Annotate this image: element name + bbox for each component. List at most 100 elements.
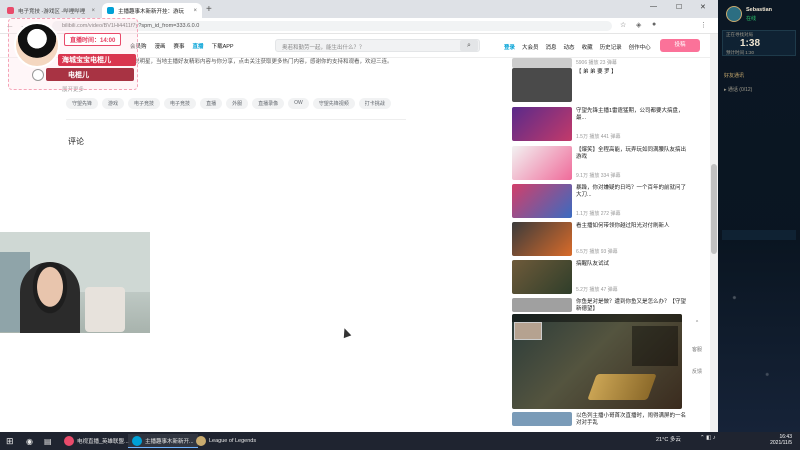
tab-esports[interactable]: 电子竞技 -游戏区 -哔哩哔哩 × <box>2 3 100 18</box>
vip-link[interactable]: 大会员 <box>522 43 539 51</box>
tag-item[interactable]: OW <box>288 98 309 109</box>
tag-item[interactable]: 游戏 <box>102 98 125 109</box>
video-title[interactable]: 【 弟 弟 要 罗 】 <box>576 69 686 76</box>
video-thumbnail[interactable] <box>512 412 572 426</box>
nav-item-download-app[interactable]: 下载APP <box>212 42 234 50</box>
video-thumbnail[interactable] <box>512 146 572 180</box>
tag-item[interactable]: 守望先锋视频 <box>312 98 355 109</box>
clock-date: 2021/11/5 <box>770 440 792 446</box>
maximize-icon[interactable]: ☐ <box>676 3 682 11</box>
game-client-panel: Sebastian 在线 正在寻找对局 1:38 预计时间 1:30 好友通讯 … <box>718 0 800 432</box>
video-thumbnail[interactable] <box>512 298 572 312</box>
tag-item[interactable]: 守望先锋 <box>66 98 99 109</box>
windows-start-icon[interactable]: ⊞ <box>6 434 14 448</box>
login-link[interactable]: 登录 <box>504 43 515 51</box>
mascot-icon <box>32 69 44 81</box>
video-title[interactable]: 【爆笑】全程高能，玩弄玩如同满腰队友搞出游戏 <box>576 147 686 161</box>
taskbar: ⊞ ◉ ▤ 电视直播_英雄联盟... 主播趣事木新新开... League of… <box>0 432 800 450</box>
desktop-screen: 电子竞技 -游戏区 -哔哩哔哩 × 主播趣事木新新开挂：游玩 × + — ☐ ✕… <box>0 0 800 450</box>
video-hover-preview[interactable] <box>512 314 682 409</box>
streamer-name-banner: 电棍儿 <box>46 68 134 81</box>
file-explorer-icon[interactable]: ▤ <box>44 434 52 448</box>
taskbar-app-browser-1[interactable]: 电视直播_英雄联盟... <box>64 434 129 448</box>
video-title[interactable]: 守望先锋主播1雷霆猛期，公司都要大搞盘，最... <box>576 108 686 122</box>
queue-timer: 1:38 <box>740 38 761 49</box>
history-link[interactable]: 历史记录 <box>600 43 622 51</box>
bookmark-star-icon[interactable]: ☆ <box>620 21 626 29</box>
profile-icon[interactable]: ● <box>652 21 656 28</box>
new-tab-button[interactable]: + <box>206 4 212 15</box>
video-thumbnail[interactable] <box>512 107 572 141</box>
taskbar-clock[interactable]: 16:43 2021/11/5 <box>752 434 792 446</box>
favorites-link[interactable]: 收藏 <box>582 43 593 51</box>
list-item[interactable]: 【爆笑】全程高能，玩弄玩如同满腰队友搞出游戏 9.1万 播放 334 弹幕 <box>512 146 692 182</box>
killfeed <box>632 326 678 366</box>
player-profile[interactable]: Sebastian 在线 <box>722 4 796 28</box>
taskbar-app-label: 主播趣事木新新开... <box>145 438 194 445</box>
upload-button[interactable]: 投稿 <box>660 39 700 52</box>
menu-dots-icon[interactable]: ⋮ <box>700 21 707 29</box>
steam-icon[interactable]: ◉ <box>26 434 33 448</box>
player-name: Sebastian <box>746 7 772 13</box>
tag-item[interactable]: 直播 <box>200 98 223 109</box>
close-tab-icon[interactable]: × <box>193 8 197 14</box>
friends-section-header[interactable]: 好友通讯 <box>724 72 744 79</box>
dynamics-link[interactable]: 动态 <box>564 43 575 51</box>
list-item[interactable]: 暴躁，你对嫌疑的日吗？一个百年的前就问了大刀... 1.1万 播放 272 弹幕 <box>512 184 692 220</box>
video-thumbnail[interactable] <box>512 260 572 294</box>
section-divider <box>66 119 406 120</box>
video-meta: 5906 播放 23 弹幕 <box>576 60 617 66</box>
taskbar-app-browser-2[interactable]: 主播趣事木新新开... <box>128 434 198 448</box>
tab-label: 电子竞技 -游戏区 -哔哩哔哩 <box>18 8 86 15</box>
tag-item[interactable]: 直播录像 <box>252 98 285 109</box>
nav-item-events[interactable]: 赛事 <box>174 42 185 50</box>
social-toolbar[interactable] <box>722 230 796 240</box>
list-item[interactable]: 守望先锋主播1雷霆猛期，公司都要大搞盘，最... 1.5万 播放 441 弹幕 <box>512 107 692 143</box>
video-title[interactable]: 你鱼是对是做？遭到你鱼又是怎么办？【守望新德望】 <box>576 299 686 313</box>
list-item[interactable]: 以色列主播小哥首次直播时，闹得满屏的一名对对手乱 <box>512 412 692 432</box>
minimize-icon[interactable]: — <box>650 3 657 10</box>
tag-list: 守望先锋 游戏 电子竞技 电子竞技 直播 外服 直播录像 OW 守望先锋视频 打… <box>66 98 426 109</box>
nav-item-manga[interactable]: 漫画 <box>155 42 166 50</box>
tab-label: 主播趣事木新新开挂：游玩 <box>118 8 185 15</box>
list-item[interactable]: 搞醒队友试试 5.2万 播放 47 弹幕 <box>512 260 692 296</box>
creator-center-link[interactable]: 创作中心 <box>629 43 651 51</box>
video-thumbnail[interactable] <box>512 58 572 68</box>
back-to-top-icon[interactable]: ^ <box>690 320 704 326</box>
extension-icon[interactable]: ◈ <box>636 21 641 29</box>
search-icon[interactable]: ⌕ <box>460 40 478 51</box>
customer-service-icon[interactable]: 客服 <box>690 346 704 353</box>
video-thumbnail[interactable] <box>512 184 572 218</box>
taskbar-app-league[interactable]: League of Legends <box>196 434 256 448</box>
video-meta: 6.5万 播放 93 弹幕 <box>576 249 618 255</box>
stream-time-badge: 直播时间：14:00 <box>64 33 122 46</box>
video-title[interactable]: 搞醒队友试试 <box>576 261 686 268</box>
tab-video[interactable]: 主播趣事木新新开挂：游玩 × <box>102 3 202 18</box>
video-title[interactable]: 暴躁，你对嫌疑的日吗？一个百年的前就问了大刀... <box>576 185 686 199</box>
messages-link[interactable]: 消息 <box>546 43 557 51</box>
nav-item-live[interactable]: 直播 <box>193 42 204 50</box>
player-avatar[interactable] <box>726 6 742 22</box>
league-of-legends-icon <box>196 436 206 446</box>
webcam-feed <box>0 232 150 333</box>
weather-widget[interactable]: 21°C 多云 <box>656 435 681 443</box>
tag-item[interactable]: 电子竞技 <box>128 98 161 109</box>
scrollbar-thumb[interactable] <box>711 164 717 254</box>
video-thumbnail[interactable] <box>512 222 572 256</box>
tag-item[interactable]: 外服 <box>226 98 249 109</box>
list-item[interactable]: 看主播如何带领你越过阳光对付刷新人 6.5万 播放 93 弹幕 <box>512 222 692 258</box>
page-scrollbar[interactable] <box>710 34 718 432</box>
video-thumbnail[interactable] <box>512 68 572 102</box>
video-title[interactable]: 以色列主播小哥首次直播时，闹得满屏的一名对对手乱 <box>576 413 686 427</box>
search-input[interactable]: 奥若和勤劳一起，能生出什么？？ <box>275 39 480 52</box>
close-window-icon[interactable]: ✕ <box>700 3 706 11</box>
feedback-icon[interactable]: 反馈 <box>690 368 704 375</box>
video-title[interactable]: 看主播如何带领你越过阳光对付刷新人 <box>576 223 686 230</box>
tag-item[interactable]: 打卡挑战 <box>358 98 391 109</box>
close-tab-icon[interactable]: × <box>91 8 95 14</box>
list-item[interactable]: 【 弟 弟 要 罗 】 <box>512 68 692 104</box>
header-right-links: 登录 大会员 消息 动态 收藏 历史记录 创作中心 <box>504 43 651 51</box>
tag-item[interactable]: 电子竞技 <box>164 98 197 109</box>
system-tray-icons[interactable]: ⌃ ◧ ♪ <box>700 435 716 441</box>
friends-group-row[interactable]: ▸ 通话 (0/12) <box>724 86 752 93</box>
